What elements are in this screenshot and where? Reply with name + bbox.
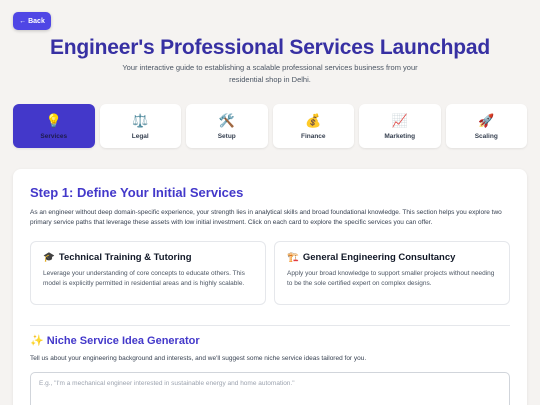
chart-up-icon: 📈 [391, 112, 408, 128]
tab-label: Marketing [384, 132, 416, 140]
card-title-text: Technical Training & Tutoring [58, 252, 192, 263]
service-card-consultancy[interactable]: 🏗️ General Engineering Consultancy Apply… [274, 241, 510, 305]
section-tabs: 💡 Services ⚖️ Legal 🛠️ Setup 💰 Finance 📈… [13, 104, 527, 148]
step-description: As an engineer without deep domain-speci… [30, 209, 502, 226]
tab-label: Services [40, 132, 68, 140]
graduation-cap-icon: 🎓 [43, 252, 55, 263]
tab-legal[interactable]: ⚖️ Legal [99, 104, 181, 148]
tab-label: Setup [217, 132, 236, 140]
card-title-text: General Engineering Consultancy [302, 252, 456, 263]
content-panel: Step 1: Define Your Initial Services As … [13, 169, 527, 405]
tab-services[interactable]: 💡 Services [13, 104, 95, 148]
tab-label: Finance [300, 132, 326, 140]
divider [30, 325, 510, 326]
tab-setup[interactable]: 🛠️ Setup [186, 104, 268, 148]
lightbulb-icon: 💡 [45, 112, 62, 128]
generator-title: ✨ Niche Service Idea Generator [30, 335, 200, 347]
card-description: Leverage your understanding of core conc… [43, 270, 245, 287]
rocket-icon: 🚀 [478, 112, 495, 128]
service-card-training[interactable]: 🎓 Technical Training & Tutoring Leverage… [30, 241, 266, 305]
tab-marketing[interactable]: 📈 Marketing [359, 104, 441, 148]
money-bag-icon: 💰 [305, 112, 322, 128]
tab-finance[interactable]: 💰 Finance [272, 104, 354, 148]
tools-icon: 🛠️ [218, 112, 235, 128]
card-title: 🎓 Technical Training & Tutoring [43, 252, 253, 263]
card-title: 🏗️ General Engineering Consultancy [287, 252, 497, 263]
tab-label: Scaling [474, 132, 498, 140]
tab-scaling[interactable]: 🚀 Scaling [445, 104, 527, 148]
step-title: Step 1: Define Your Initial Services [30, 185, 244, 200]
construction-icon: 🏗️ [287, 252, 299, 263]
page-subtitle: Your interactive guide to establishing a… [122, 63, 418, 84]
back-button[interactable]: ← Back [13, 12, 51, 30]
page-title: Engineer's Professional Services Launchp… [49, 36, 491, 59]
background-input[interactable] [30, 372, 510, 405]
tab-label: Legal [131, 132, 149, 140]
card-description: Apply your broad knowledge to support sm… [287, 270, 495, 287]
generator-description: Tell us about your engineering backgroun… [30, 355, 367, 362]
scales-icon: ⚖️ [132, 112, 149, 128]
